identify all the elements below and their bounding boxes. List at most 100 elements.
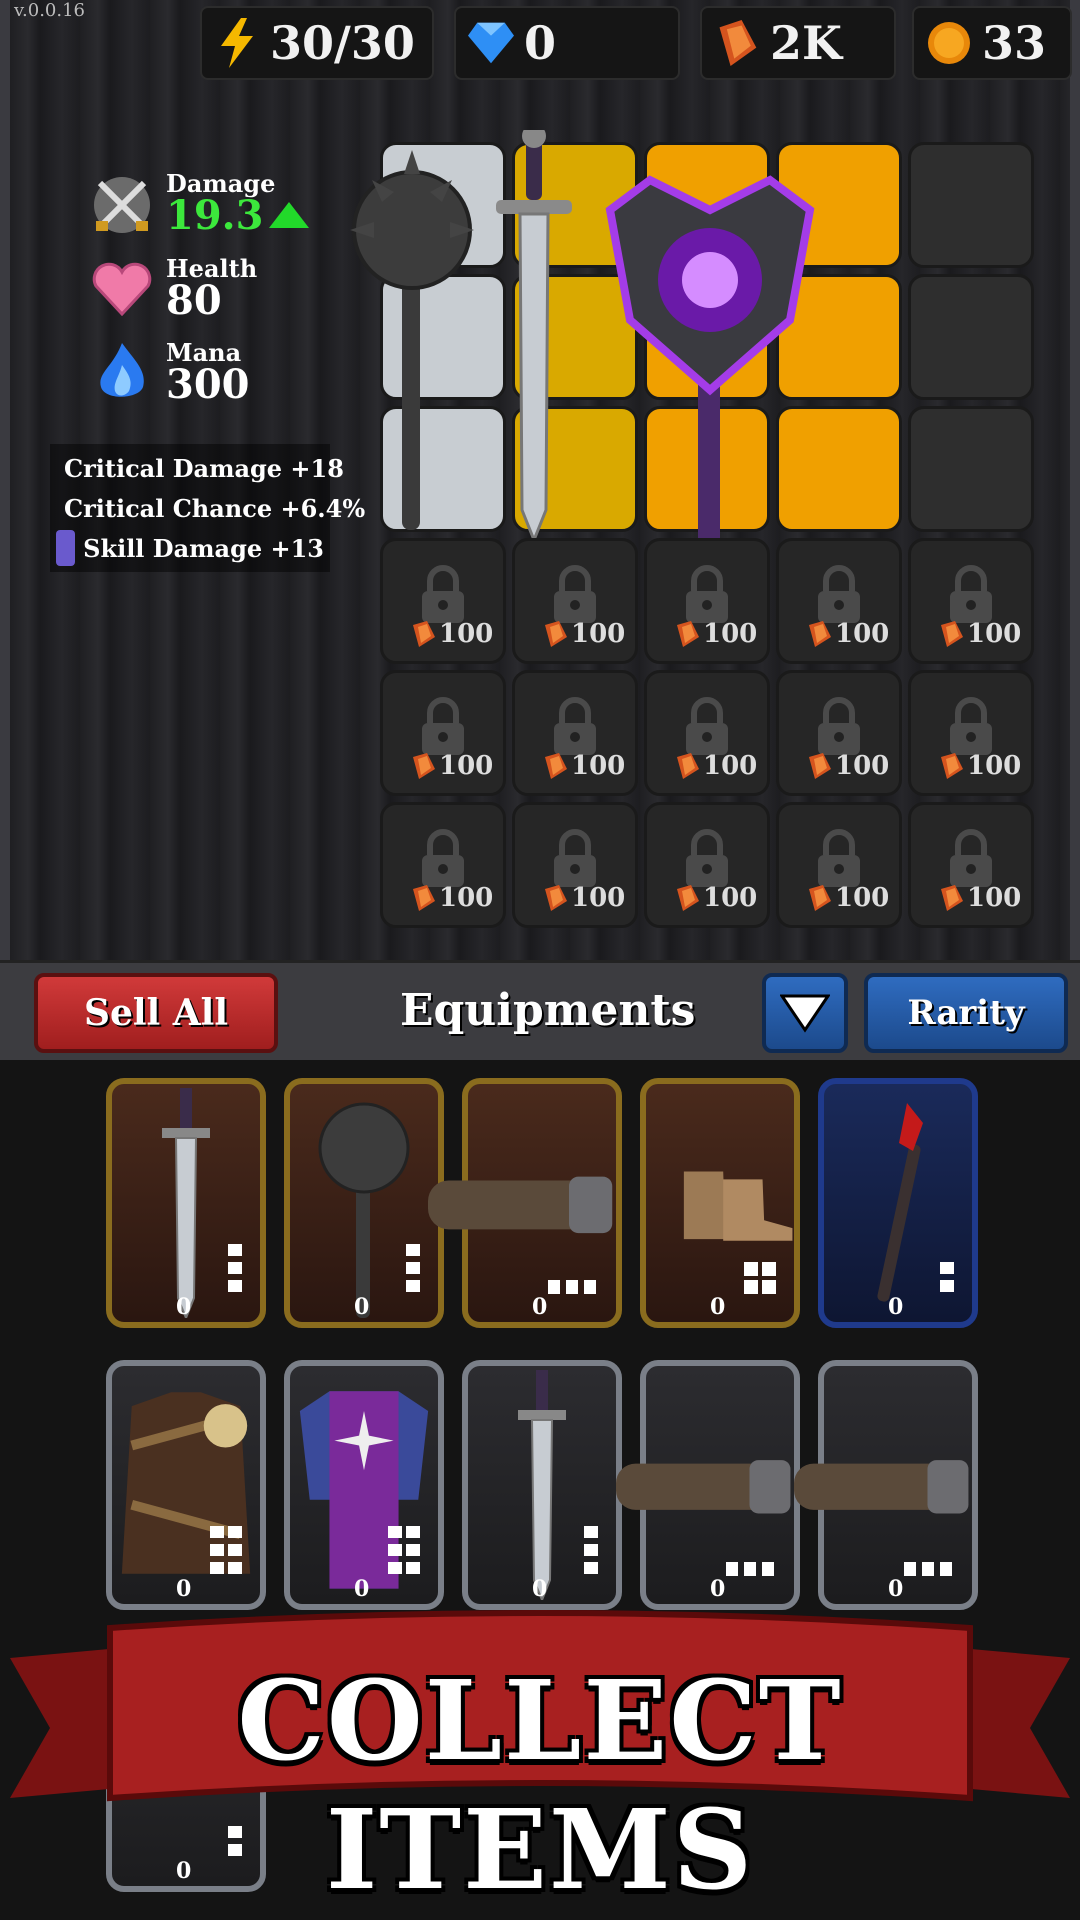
- bonus-list: Critical Damage +18 Critical Chance +6.4…: [50, 444, 365, 572]
- unlock-cost: 100: [835, 883, 890, 913]
- tier-dots-icon: [940, 1262, 954, 1292]
- item-count: 0: [176, 1576, 192, 1602]
- unlock-cost: 100: [835, 751, 890, 781]
- promo-banner: COLLECT ITEMS: [10, 1608, 1070, 1914]
- item-count: 0: [532, 1294, 548, 1320]
- item-count: 0: [354, 1576, 370, 1602]
- triangle-down-icon: [780, 994, 830, 1033]
- lightning-icon: [214, 18, 260, 68]
- bonus-critical-chance: Critical Chance +6.4%: [56, 488, 365, 528]
- sword-icon: [496, 130, 572, 545]
- grid-cell[interactable]: [908, 142, 1034, 268]
- inventory-item-sword[interactable]: 0: [462, 1360, 622, 1610]
- locked-cell[interactable]: 100: [908, 802, 1034, 928]
- damage-value: 19.3: [166, 192, 264, 240]
- tier-dots-icon: [744, 1262, 776, 1294]
- gem-counter[interactable]: 0: [454, 6, 680, 80]
- locked-cell[interactable]: 100: [380, 670, 506, 796]
- energy-value: 30/30: [270, 16, 415, 70]
- crystal-icon: [714, 20, 760, 66]
- grid-cell[interactable]: [908, 406, 1034, 532]
- banner-title: COLLECT ITEMS: [237, 1656, 843, 1914]
- sell-all-button[interactable]: Sell All: [34, 973, 278, 1053]
- locked-cell[interactable]: 100: [512, 670, 638, 796]
- equipment-toolbar: Sell All Equipments Rarity: [0, 960, 1080, 1060]
- equipped-items[interactable]: [350, 130, 910, 560]
- lock-icon: [554, 697, 596, 755]
- lock-icon: [422, 829, 464, 887]
- tier-dots-icon: [228, 1244, 242, 1292]
- locked-cell[interactable]: 100: [644, 802, 770, 928]
- lock-icon: [422, 697, 464, 755]
- unlock-cost: 100: [439, 883, 494, 913]
- unlock-cost: 100: [703, 751, 758, 781]
- skill-scroll-icon: [56, 530, 76, 566]
- tier-dots-icon: [406, 1244, 420, 1292]
- item-count: 0: [532, 1576, 548, 1602]
- sort-dropdown-button[interactable]: [762, 973, 848, 1053]
- health-stat: Health 80: [90, 254, 309, 324]
- lock-icon: [950, 697, 992, 755]
- lock-icon: [686, 697, 728, 755]
- locked-cell[interactable]: 100: [380, 538, 506, 664]
- inventory-item-purple-tunic[interactable]: 0: [284, 1360, 444, 1610]
- crystal-icon: [413, 621, 435, 647]
- stats-panel: Damage 19.3 Health 80 Mana 300: [90, 170, 309, 422]
- bracer-icon: [428, 1176, 613, 1234]
- crystal-icon: [413, 885, 435, 911]
- lock-icon: [686, 829, 728, 887]
- mace-icon: [350, 150, 474, 530]
- inventory-item-ruby-staff[interactable]: 0: [818, 1078, 978, 1328]
- inventory-item-bracer[interactable]: 0: [616, 1360, 800, 1610]
- lock-icon: [818, 565, 860, 623]
- locked-grid: 100 100 100 100 100 100 100 100 100 100 …: [380, 538, 1034, 928]
- unlock-cost: 100: [571, 883, 626, 913]
- inventory-item-bracer[interactable]: 0: [428, 1078, 622, 1328]
- crystal-icon: [545, 753, 567, 779]
- health-value: 80: [166, 277, 222, 324]
- locked-cell[interactable]: 100: [380, 802, 506, 928]
- rarity-sort-button[interactable]: Rarity: [864, 973, 1068, 1053]
- item-count: 0: [888, 1576, 904, 1602]
- locked-cell[interactable]: 100: [908, 670, 1034, 796]
- locked-cell[interactable]: 100: [776, 538, 902, 664]
- tier-dots-icon: [904, 1562, 952, 1576]
- unlock-cost: 100: [703, 883, 758, 913]
- inventory-item-bracer[interactable]: 0: [794, 1360, 978, 1610]
- damage-stat: Damage 19.3: [90, 170, 309, 240]
- blue-flame-icon: [90, 341, 154, 405]
- locked-cell[interactable]: 100: [644, 538, 770, 664]
- crystal-icon: [545, 621, 567, 647]
- unlock-cost: 100: [835, 619, 890, 649]
- mana-value: 300: [166, 361, 250, 408]
- item-count: 0: [888, 1294, 904, 1320]
- crystal-icon: [545, 885, 567, 911]
- tier-dots-icon: [726, 1562, 774, 1576]
- inventory-item-boots[interactable]: 0: [640, 1078, 800, 1328]
- inventory-item-leather-armor[interactable]: 0: [106, 1360, 266, 1610]
- crystal-icon: [677, 885, 699, 911]
- upgrade-arrow-icon: [268, 201, 309, 228]
- crystal-icon: [677, 753, 699, 779]
- mana-stat: Mana 300: [90, 338, 309, 408]
- sword-icon: [518, 1370, 566, 1600]
- locked-cell[interactable]: 100: [512, 802, 638, 928]
- locked-cell[interactable]: 100: [776, 802, 902, 928]
- locked-cell[interactable]: 100: [776, 670, 902, 796]
- locked-cell[interactable]: 100: [908, 538, 1034, 664]
- coin-counter[interactable]: 33: [912, 6, 1072, 80]
- grid-cell[interactable]: [908, 274, 1034, 400]
- bonus-label: Critical Damage +18: [64, 453, 344, 483]
- item-count: 0: [176, 1294, 192, 1320]
- locked-cell[interactable]: 100: [512, 538, 638, 664]
- inventory-item-sword[interactable]: 0: [106, 1078, 266, 1328]
- inventory-item-mace[interactable]: 0: [284, 1078, 444, 1328]
- bracer-icon: [794, 1460, 969, 1514]
- crystal-counter[interactable]: 2K: [700, 6, 896, 80]
- magic-staff-icon: [605, 175, 815, 550]
- lock-icon: [554, 565, 596, 623]
- energy-counter[interactable]: 30/30: [200, 6, 434, 80]
- unlock-cost: 100: [571, 751, 626, 781]
- lock-icon: [554, 829, 596, 887]
- locked-cell[interactable]: 100: [644, 670, 770, 796]
